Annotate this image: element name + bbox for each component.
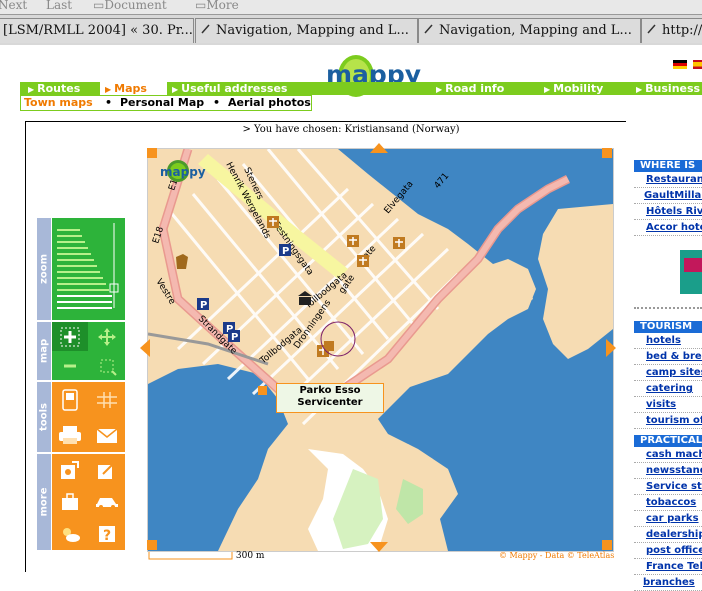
- map-group: map: [37, 322, 125, 380]
- subnav-aerial-photos[interactable]: Aerial photos: [228, 96, 311, 110]
- subnav-town-maps[interactable]: Town maps: [24, 96, 93, 110]
- pan-se-icon[interactable]: [602, 540, 612, 550]
- pan-west-icon[interactable]: [140, 339, 150, 357]
- svg-text:P: P: [282, 246, 289, 257]
- city-map[interactable]: E18 E18 Vestre Strandgate Tollbodgata To…: [147, 148, 614, 552]
- tools-label: tools: [37, 382, 51, 452]
- svg-text:P: P: [231, 332, 238, 343]
- tourism-link-visits[interactable]: visits: [634, 397, 702, 413]
- practical-link-telecom[interactable]: France Telecom: [634, 559, 702, 575]
- svg-text:?: ?: [103, 528, 111, 543]
- where-is-section: WHERE IS Restaurants GaultMillau Hôtels …: [634, 160, 702, 236]
- map-label: map: [37, 322, 51, 380]
- nav-road-info[interactable]: ▶ Road info: [436, 82, 504, 95]
- where-is-heading: WHERE IS: [634, 160, 702, 172]
- main-nav: ▶ Routes ▶ Maps ▶ Useful addresses ▶ Road in…: [20, 82, 702, 95]
- tab-bar: [LSM/RMLL 2004] « 30. Pr... Navigation, …: [0, 14, 702, 45]
- locate-icon[interactable]: [52, 454, 88, 486]
- tourism-section: TOURISM hotels bed & breakfast camp site…: [634, 321, 702, 429]
- help-icon[interactable]: ?: [89, 518, 125, 550]
- pan-sw-icon[interactable]: [147, 540, 157, 550]
- practical-link-post[interactable]: post offices: [634, 543, 702, 559]
- zoom-label: zoom: [37, 218, 51, 320]
- more-group: more ?: [37, 454, 125, 550]
- zoom-out-icon[interactable]: [52, 351, 88, 380]
- nav-mobility[interactable]: ▶ Mobility: [544, 82, 603, 95]
- poi-popup[interactable]: Parko Esso Servicenter: [276, 383, 384, 413]
- pda-icon[interactable]: [52, 382, 88, 417]
- more-label: more: [37, 454, 51, 550]
- nav-maps[interactable]: ▶ Maps: [100, 82, 167, 95]
- browser-toolbar: Next Last ▭Document ▭More: [0, 0, 702, 14]
- next-button[interactable]: Next: [0, 0, 27, 12]
- zoom-slider[interactable]: [52, 218, 125, 320]
- where-link-hotels-riviera[interactable]: Hôtels Riviera: [634, 204, 702, 220]
- email-icon[interactable]: [89, 417, 125, 452]
- document-button[interactable]: ▭Document: [93, 0, 167, 12]
- practical-link-tobaccos[interactable]: tobaccos: [634, 495, 702, 511]
- svg-text:P: P: [200, 300, 207, 311]
- subnav-personal-map[interactable]: Personal Map: [120, 96, 204, 110]
- weather-icon[interactable]: [52, 518, 88, 550]
- pan-east-icon[interactable]: [606, 339, 616, 357]
- practical-link-branches[interactable]: branches: [634, 575, 702, 591]
- tourism-heading: TOURISM: [634, 321, 702, 333]
- zoom-group: zoom: [37, 218, 125, 320]
- practical-link-carparks[interactable]: car parks: [634, 511, 702, 527]
- practical-link-service[interactable]: Service stations: [634, 479, 702, 495]
- accor-ad[interactable]: [680, 250, 702, 294]
- page-icon: [201, 24, 210, 34]
- nav-routes[interactable]: ▶ Routes: [28, 82, 80, 95]
- nav-useful-addresses[interactable]: ▶ Useful addresses: [172, 82, 287, 95]
- poi-popup-line2: Servicenter: [297, 397, 363, 408]
- divider: [634, 307, 702, 311]
- sub-nav: Town maps • Personal Map • Aerial photos: [20, 95, 312, 111]
- tourism-link-catering[interactable]: catering: [634, 381, 702, 397]
- tourism-link-hotels[interactable]: hotels: [634, 333, 702, 349]
- practical-link-newsstands[interactable]: newsstands: [634, 463, 702, 479]
- nav-business[interactable]: ▶ Business: [636, 82, 700, 95]
- subnav-bullet: •: [105, 96, 113, 109]
- practical-link-dealerships[interactable]: dealerships: [634, 527, 702, 543]
- zoom-in-icon[interactable]: [52, 322, 88, 351]
- where-link-restaurants[interactable]: Restaurants: [634, 172, 702, 188]
- tab-lsm[interactable]: [LSM/RMLL 2004] « 30. Pr...: [0, 18, 194, 43]
- tourism-link-bnb[interactable]: bed & breakfast: [634, 349, 702, 365]
- pan-nw-icon[interactable]: [147, 148, 157, 158]
- chosen-location: > You have chosen: Kristiansand (Norway): [242, 124, 460, 135]
- map-copyright: © Mappy - Data © TeleAtlas: [499, 551, 615, 560]
- pan-icon[interactable]: [89, 322, 125, 351]
- page-icon: [424, 24, 433, 34]
- practical-section: PRACTICAL cash machines newsstands Servi…: [634, 435, 702, 591]
- tab-navigation-2[interactable]: Navigation, Mapping and L...: [418, 18, 641, 43]
- poi-popup-line1: Parko Esso: [299, 385, 361, 396]
- pan-north-icon[interactable]: [370, 143, 388, 153]
- practical-link-cash[interactable]: cash machines: [634, 447, 702, 463]
- tab-navigation-1[interactable]: Navigation, Mapping and L...: [195, 18, 418, 43]
- luggage-icon[interactable]: [52, 486, 88, 518]
- svg-text:mappy: mappy: [160, 165, 206, 179]
- car-icon[interactable]: [89, 486, 125, 518]
- more-button[interactable]: ▭More: [195, 0, 239, 12]
- pan-ne-icon[interactable]: [602, 148, 612, 158]
- german-flag-icon[interactable]: [673, 60, 687, 69]
- route-icon[interactable]: [89, 382, 125, 417]
- page-icon: [647, 24, 656, 34]
- tourism-link-camp[interactable]: camp sites: [634, 365, 702, 381]
- print-icon[interactable]: [52, 417, 88, 452]
- direction-icon[interactable]: [89, 454, 125, 486]
- pan-south-icon[interactable]: [370, 542, 388, 552]
- tab-http[interactable]: http://...: [641, 18, 702, 43]
- practical-heading: PRACTICAL: [634, 435, 702, 447]
- map-scale: 300 m: [148, 551, 264, 561]
- where-link-accor[interactable]: Accor hotels: [634, 220, 702, 236]
- spanish-flag-icon[interactable]: [693, 60, 702, 69]
- center-icon[interactable]: [89, 351, 125, 380]
- tools-group: tools: [37, 382, 125, 452]
- last-button[interactable]: Last: [46, 0, 72, 12]
- where-link-gaultmillau[interactable]: GaultMillau: [634, 188, 702, 204]
- subnav-bullet: •: [213, 96, 221, 109]
- tourism-link-office[interactable]: tourism office: [634, 413, 702, 429]
